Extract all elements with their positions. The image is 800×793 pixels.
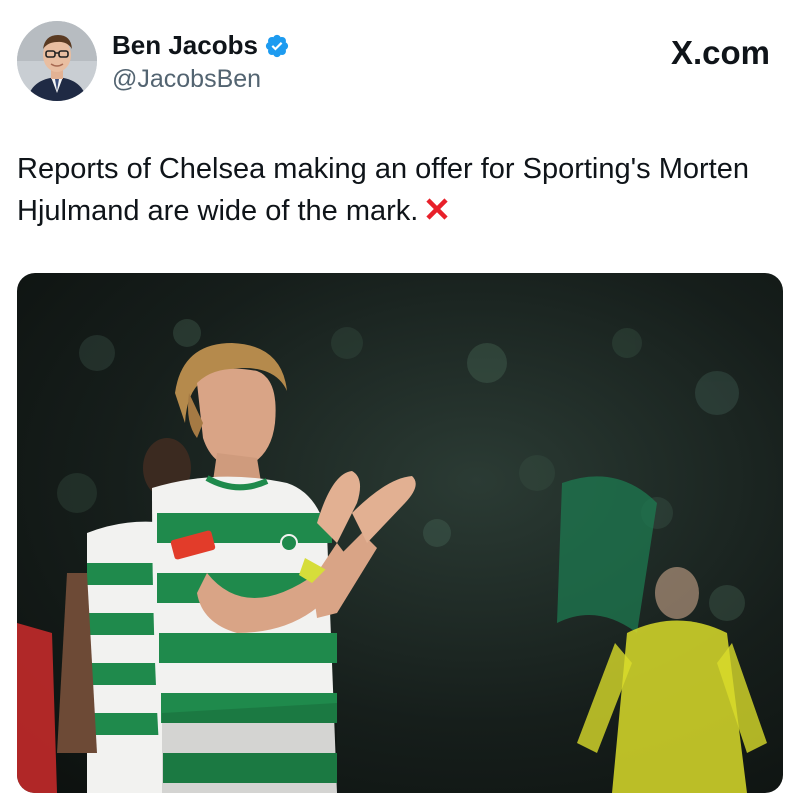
author-name-row: Ben Jacobs [112,30,290,61]
author-avatar[interactable] [17,21,97,101]
author-handle[interactable]: @JacobsBen [112,65,290,94]
tweet-body: Reports of Chelsea making an offer for S… [17,153,749,227]
author-name[interactable]: Ben Jacobs [112,30,258,61]
x-logo[interactable]: X.com [671,34,770,72]
cross-mark-icon [426,198,448,220]
tweet-text: Reports of Chelsea making an offer for S… [17,148,777,232]
author-info: Ben Jacobs @JacobsBen [112,30,290,94]
football-player-photo-icon [17,319,767,793]
verified-badge-icon [265,34,289,57]
profile-photo-icon [17,21,97,101]
tweet-media-photo[interactable] [17,273,783,793]
